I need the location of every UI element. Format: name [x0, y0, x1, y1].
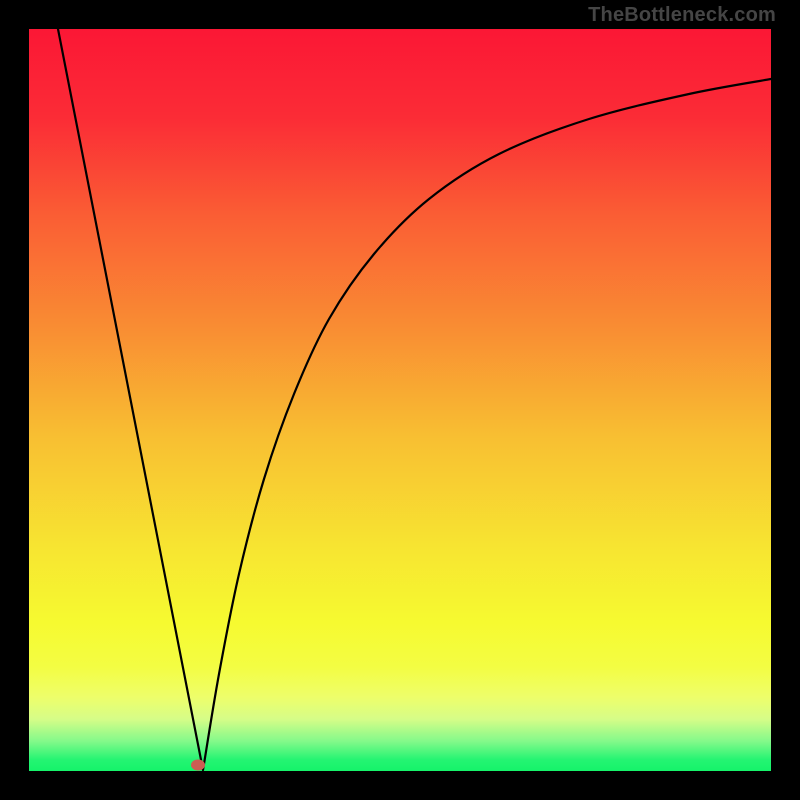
- plot-area: [29, 29, 771, 771]
- bottleneck-curve: [29, 29, 771, 771]
- attribution-watermark: TheBottleneck.com: [588, 4, 776, 27]
- chart-stage: TheBottleneck.com: [0, 0, 800, 800]
- minimum-marker-dot: [191, 760, 205, 771]
